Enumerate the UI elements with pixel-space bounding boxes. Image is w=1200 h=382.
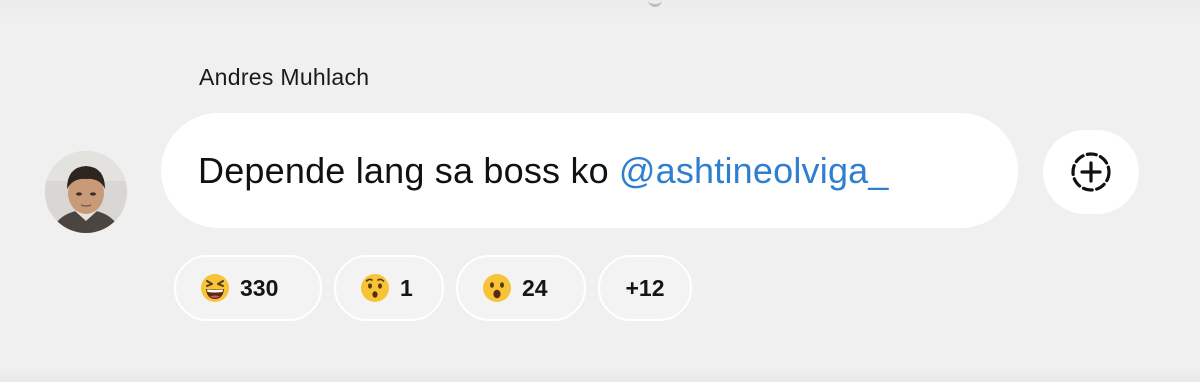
reaction-chip-hushed[interactable]: 1 [334,255,444,321]
reaction-bar: 330 1 24 +12 [174,255,692,321]
mention-link[interactable]: @ashtineolviga_ [619,150,889,192]
bottom-shade [0,368,1200,382]
reaction-count: 330 [240,274,279,301]
reaction-count: 24 [522,274,548,301]
top-fade [0,0,1200,30]
hushed-face-icon [361,274,389,302]
more-reactions-count: +12 [625,274,665,301]
more-reactions-chip[interactable]: +12 [598,255,692,321]
comment-author: Andres Muhlach [199,64,370,90]
face-with-open-mouth-icon [483,274,511,302]
comment-bubble[interactable]: Depende lang sa boss ko @ashtineolviga_ [161,113,1018,228]
grinning-squinting-face-icon [201,274,229,302]
avatar[interactable] [45,151,127,233]
add-reaction-icon [1071,152,1111,192]
reaction-count: 1 [400,274,413,301]
reaction-chip-laughing[interactable]: 330 [174,255,322,321]
comment-text: Depende lang sa boss ko [198,149,609,191]
reaction-chip-surprised[interactable]: 24 [456,255,586,321]
avatar-photo [45,151,127,233]
add-reaction-button[interactable] [1043,130,1139,214]
